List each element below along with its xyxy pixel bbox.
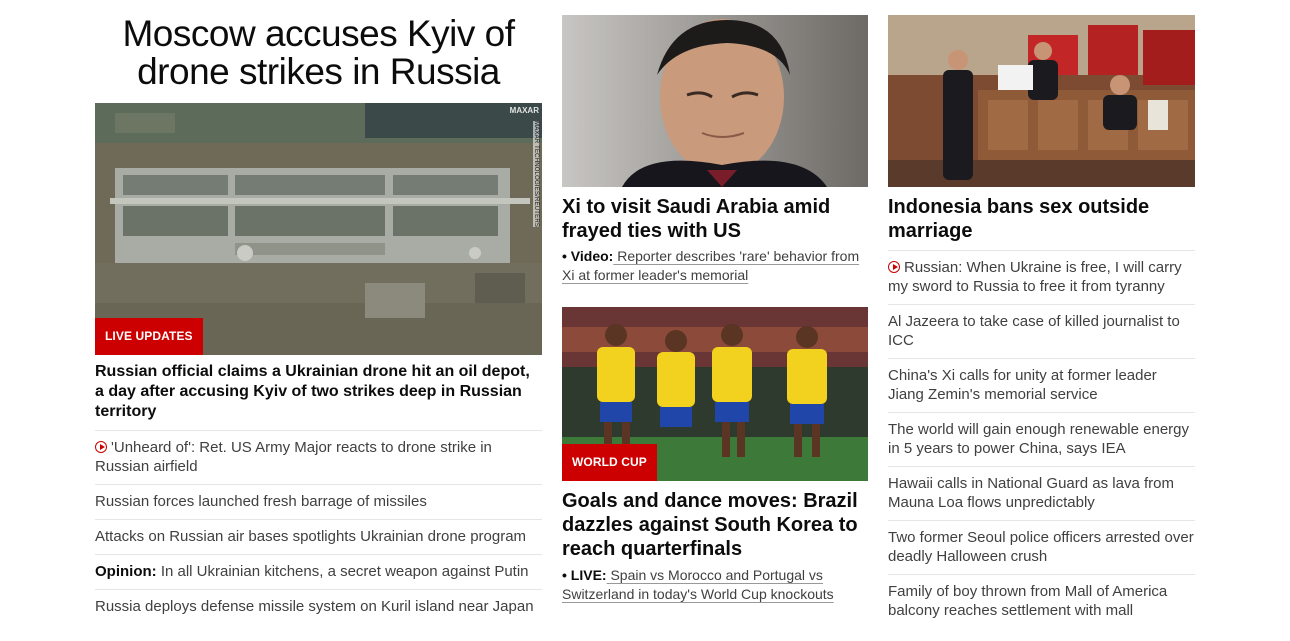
lead-story-column: Moscow accuses Kyiv of drone strikes in … <box>95 0 542 624</box>
xi-story-headline[interactable]: Xi to visit Saudi Arabia amid frayed tie… <box>562 195 868 243</box>
right-related-list: Russian: When Ukraine is free, I will ca… <box>888 250 1195 628</box>
xi-portrait-image[interactable] <box>562 15 868 187</box>
play-icon <box>888 261 900 273</box>
image-credit-top: MAXAR <box>509 106 539 115</box>
list-item[interactable]: Attacks on Russian air bases spotlights … <box>95 519 542 554</box>
image-credit: MAXAR TECHNOLOGIES/REUTERS <box>533 121 539 228</box>
list-item[interactable]: Two former Seoul police officers arreste… <box>888 520 1195 574</box>
indonesia-parliament-image[interactable] <box>888 15 1195 187</box>
list-item[interactable]: Russian: When Ukraine is free, I will ca… <box>888 250 1195 304</box>
middle-column: Xi to visit Saudi Arabia amid frayed tie… <box>562 0 868 604</box>
xi-video-link[interactable]: • Video: Reporter describes 'rare' behav… <box>562 247 868 285</box>
airfield-satellite-image[interactable]: MAXAR MAXAR TECHNOLOGIES/REUTERS LIVE UP… <box>95 103 542 355</box>
list-item[interactable]: Al Jazeera to take case of killed journa… <box>888 304 1195 358</box>
news-page: Moscow accuses Kyiv of drone strikes in … <box>0 0 1290 641</box>
list-item[interactable]: Hawaii calls in National Guard as lava f… <box>888 466 1195 520</box>
list-item[interactable]: Opinion: In all Ukrainian kitchens, a se… <box>95 554 542 589</box>
live-updates-badge[interactable]: LIVE UPDATES <box>95 318 203 355</box>
list-item[interactable]: Russian forces launched fresh barrage of… <box>95 484 542 519</box>
list-item[interactable]: Russia deploys defense missile system on… <box>95 589 542 624</box>
main-headline-link[interactable]: Moscow accuses Kyiv of drone strikes in … <box>95 15 542 99</box>
world-cup-live-link[interactable]: • LIVE: Spain vs Morocco and Portugal vs… <box>562 566 868 604</box>
brazil-story-headline[interactable]: Goals and dance moves: Brazil dazzles ag… <box>562 489 868 561</box>
play-icon <box>95 441 107 453</box>
list-item[interactable]: China's Xi calls for unity at former lea… <box>888 358 1195 412</box>
list-item[interactable]: Family of boy thrown from Mall of Americ… <box>888 574 1195 628</box>
indonesia-story-headline[interactable]: Indonesia bans sex outside marriage <box>888 195 1195 243</box>
brazil-team-image[interactable]: WORLD CUP <box>562 307 868 481</box>
list-item[interactable]: 'Unheard of': Ret. US Army Major reacts … <box>95 430 542 484</box>
list-item[interactable]: The world will gain enough renewable ene… <box>888 412 1195 466</box>
world-cup-badge[interactable]: WORLD CUP <box>562 444 657 481</box>
right-column: Indonesia bans sex outside marriage Russ… <box>888 0 1195 628</box>
lead-related-list: 'Unheard of': Ret. US Army Major reacts … <box>95 430 542 624</box>
lead-story-headline[interactable]: Russian official claims a Ukrainian dron… <box>95 362 542 422</box>
opinion-label: Opinion: <box>95 563 157 580</box>
